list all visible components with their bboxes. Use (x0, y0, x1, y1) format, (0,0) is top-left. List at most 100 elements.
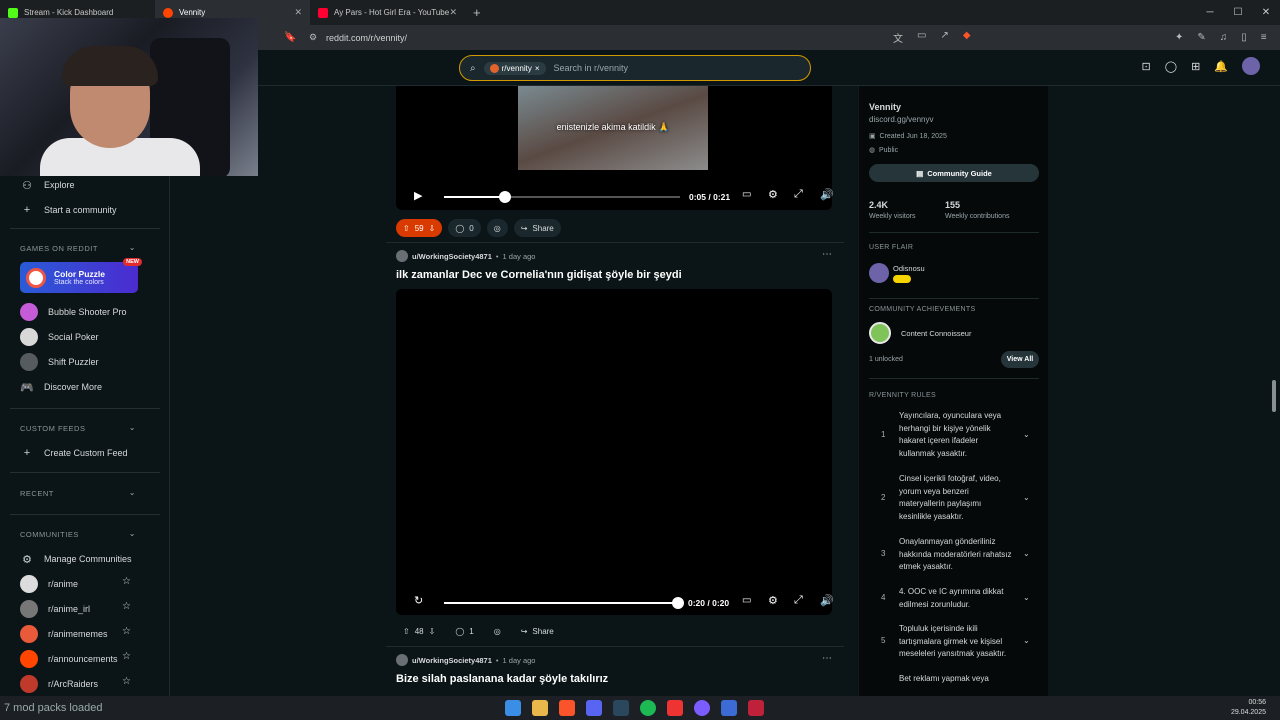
url-field[interactable]: reddit.com/r/vennity/ (326, 33, 407, 43)
color-puzzle-card[interactable]: Color Puzzle Stack the colors NEW (20, 258, 142, 293)
page-scrollbar[interactable] (1272, 380, 1276, 412)
favorite-star-icon[interactable]: ☆ (122, 576, 131, 587)
share-button[interactable]: ↪ Share (513, 219, 561, 237)
more-options-icon[interactable]: ⋯ (822, 249, 832, 260)
video-scrubber[interactable] (499, 191, 512, 203)
sidebar-item-shift-puzzler[interactable]: Shift Puzzler (20, 353, 99, 371)
sidebar-item-community[interactable]: r/animememes (20, 625, 108, 643)
app-icon[interactable] (667, 700, 683, 716)
site-settings-icon[interactable]: ⚙ (309, 32, 317, 43)
recent-header[interactable]: RECENT ⌄ (20, 488, 140, 498)
new-tab-button[interactable]: + (473, 5, 481, 20)
more-options-icon[interactable]: ⋯ (822, 653, 832, 664)
close-tab-icon[interactable]: ✕ (449, 7, 457, 18)
cast-icon[interactable]: ▭ (917, 30, 926, 45)
close-window-icon[interactable]: ✕ (1252, 7, 1280, 18)
upvote-icon[interactable]: ⇧ (403, 224, 410, 233)
favorite-star-icon[interactable]: ☆ (122, 626, 131, 637)
app-icon[interactable] (721, 700, 737, 716)
post-author[interactable]: u/WorkingSociety4871 (412, 656, 492, 665)
chip-close-icon[interactable]: × (535, 64, 540, 73)
sidebar-item-community[interactable]: r/anime (20, 575, 78, 593)
video-scrubber[interactable] (672, 597, 684, 609)
downvote-icon[interactable]: ⇩ (429, 224, 436, 233)
favorite-star-icon[interactable]: ☆ (122, 601, 131, 612)
share-icon[interactable]: ↗ (940, 30, 948, 45)
favorite-star-icon[interactable]: ☆ (122, 651, 131, 662)
spotify-icon[interactable] (640, 700, 656, 716)
search-input[interactable]: Search in r/vennity (554, 63, 629, 73)
comments-button[interactable]: ◯ 0 (448, 219, 481, 237)
user-avatar[interactable] (1242, 57, 1260, 75)
sidebar-item-manage-communities[interactable]: ⚙ Manage Communities (20, 552, 131, 566)
captions-icon[interactable]: ▭ (742, 595, 751, 606)
fullscreen-icon[interactable]: ⤢ (794, 188, 803, 201)
sidebar-item-community[interactable]: r/anime_irl (20, 600, 90, 618)
file-explorer-icon[interactable] (532, 700, 548, 716)
app-icon[interactable] (748, 700, 764, 716)
favorite-star-icon[interactable]: ☆ (122, 676, 131, 687)
create-post-icon[interactable]: ⊞ (1191, 60, 1200, 75)
flair-username[interactable]: Odisnosu (893, 264, 925, 273)
replay-icon[interactable]: ↻ (414, 594, 423, 607)
fullscreen-icon[interactable]: ⤢ (794, 594, 803, 607)
brave-shield-icon[interactable]: ◆ (963, 30, 971, 45)
post-video-player[interactable]: enistenizle akima katildik 🙏 ▶ 0:05 / 0:… (396, 86, 834, 210)
sidebar-item-community[interactable]: r/announcements (20, 650, 118, 668)
sidebar-item-community[interactable]: r/ArcRaiders (20, 675, 98, 693)
video-progress-bar[interactable] (444, 191, 680, 203)
comments-button[interactable]: ◯ 1 (448, 622, 480, 640)
maximize-icon[interactable]: ☐ (1224, 7, 1252, 18)
post-author[interactable]: u/WorkingSociety4871 (412, 252, 492, 261)
video-progress-bar[interactable] (444, 597, 684, 609)
play-icon[interactable]: ▶ (414, 189, 422, 202)
share-button[interactable]: ↪ Share (514, 622, 561, 640)
windows-start-icon[interactable] (505, 700, 521, 716)
brave-browser-icon[interactable] (559, 700, 575, 716)
volume-icon[interactable]: 🔊 (820, 594, 834, 607)
rule-item[interactable]: 2 Cinsel içerikli fotoğraf, video, yorum… (869, 473, 1039, 523)
community-link[interactable]: discord.gg/vennyv (869, 115, 933, 124)
sidebar-item-start-community[interactable]: + Start a community (20, 203, 117, 217)
translate-icon[interactable]: 文 (893, 30, 903, 45)
communities-header[interactable]: COMMUNITIES ⌄ (20, 529, 140, 539)
user-avatar[interactable] (396, 654, 408, 666)
music-icon[interactable]: ♫ (1220, 32, 1228, 43)
sidebar-item-create-custom-feed[interactable]: + Create Custom Feed (20, 446, 128, 460)
rule-item[interactable]: 5 Topluluk içerisinde ikili tartışmalara… (869, 623, 1039, 661)
system-clock[interactable]: 00:56 29.04.2025 (1231, 698, 1266, 718)
rule-item[interactable]: 4 4. OOC ve IC ayrımına dikkat edilmesi … (869, 586, 1039, 612)
menu-icon[interactable]: ≡ (1261, 32, 1267, 43)
app-icon[interactable] (694, 700, 710, 716)
chat-icon[interactable]: ◯ (1165, 60, 1177, 75)
sidebar-item-bubble-shooter[interactable]: Bubble Shooter Pro (20, 303, 127, 321)
sidebar-item-social-poker[interactable]: Social Poker (20, 328, 99, 346)
downvote-icon[interactable]: ⇩ (429, 627, 436, 636)
rule-item[interactable]: 3 Onaylanmayan gönderiliniz hakkında mod… (869, 536, 1039, 574)
tab-youtube[interactable]: Ay Pars - Hot Girl Era - YouTube ✕ (310, 0, 465, 25)
close-tab-icon[interactable]: ✕ (294, 7, 302, 18)
sidebar-item-explore[interactable]: ⚇ Explore (20, 178, 74, 192)
community-guide-button[interactable]: ▤ Community Guide (869, 164, 1039, 182)
settings-icon[interactable]: ⚙ (768, 188, 778, 201)
user-avatar[interactable] (396, 250, 408, 262)
settings-icon[interactable]: ⚙ (768, 594, 778, 607)
notifications-icon[interactable]: 🔔 (1214, 60, 1228, 75)
volume-icon[interactable]: 🔊 (820, 188, 834, 201)
captions-icon[interactable]: ▭ (742, 189, 751, 200)
view-all-button[interactable]: View All (1001, 351, 1039, 368)
post-video-player[interactable]: ↻ 0:20 / 0:20 ▭ ⚙ ⤢ 🔊 (396, 289, 834, 615)
custom-feeds-header[interactable]: CUSTOM FEEDS ⌄ (20, 423, 140, 433)
rule-item[interactable]: 1 Yayıncılara, oyunculara veya herhangi … (869, 410, 1039, 460)
discord-icon[interactable] (586, 700, 602, 716)
games-section-header[interactable]: GAMES ON REDDIT ⌄ (20, 243, 140, 253)
steam-icon[interactable] (613, 700, 629, 716)
community-chip[interactable]: r/vennity × (483, 61, 546, 75)
minimize-icon[interactable]: ─ (1196, 7, 1224, 18)
ads-icon[interactable]: ⊡ (1142, 60, 1151, 75)
search-bar[interactable]: ⌕ r/vennity × Search in r/vennity (459, 55, 811, 81)
bookmark-icon[interactable]: 🔖 (284, 32, 296, 43)
post-title[interactable]: ilk zamanlar Dec ve Cornelia'nın gidişat… (396, 269, 682, 281)
edit-icon[interactable]: ✎ (1197, 32, 1205, 43)
extensions-icon[interactable]: ✦ (1175, 32, 1183, 43)
